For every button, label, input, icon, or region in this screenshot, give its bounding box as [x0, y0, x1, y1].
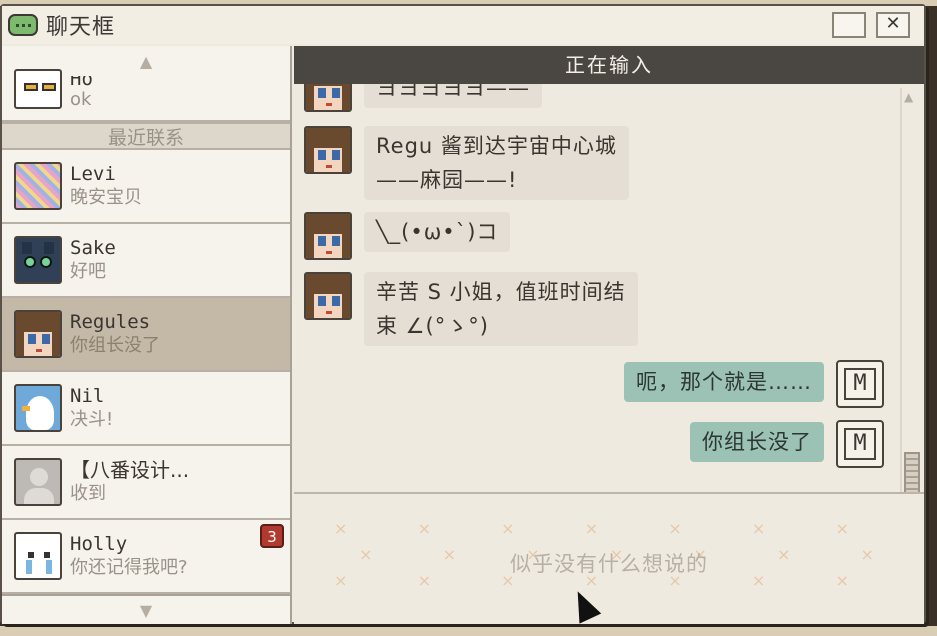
contact-last-message: 好吧 — [70, 261, 106, 282]
my-avatar-mail-icon: M — [836, 360, 884, 408]
message-incoming: Regu 酱到达宇宙中心城 ——麻园——! — [304, 126, 629, 200]
avatar — [14, 384, 62, 432]
sender-avatar — [304, 84, 352, 112]
message-incoming: ヨヨヨヨヨ—— — [304, 84, 542, 112]
window-title: 聊天框 — [46, 15, 116, 40]
contact-last-message: 收到 — [70, 483, 106, 504]
message-outgoing: 你组长没了 M — [690, 420, 884, 468]
input-placeholder: 似乎没有什么想说的 — [510, 552, 708, 576]
background-strip-bottom — [0, 626, 937, 636]
contact-last-message: ok — [70, 89, 92, 110]
avatar — [14, 69, 62, 109]
message-outgoing: 呃，那个就是…… M — [624, 360, 884, 408]
contact-name: Holly — [70, 533, 128, 555]
contact-item-regules[interactable]: Regules 你组长没了 — [2, 298, 290, 372]
message-list[interactable]: ヨヨヨヨヨ—— Regu 酱到达宇宙中心城 ——麻园——! ╲_(•ω•`)コ … — [294, 84, 898, 522]
avatar — [14, 236, 62, 284]
contact-item-partial[interactable]: Ho ok — [2, 46, 290, 122]
message-bubble: 你组长没了 — [690, 422, 824, 462]
close-button[interactable]: ✕ — [876, 12, 910, 38]
chat-window: 聊天框 ✕ ▲ Ho ok 最近联系 Levi 晚安宝贝 Sake 好吧 Reg… — [0, 4, 926, 624]
typing-status: 正在输入 — [294, 46, 924, 84]
maximize-button[interactable] — [832, 12, 866, 38]
message-bubble: 呃，那个就是…… — [624, 362, 824, 402]
contact-name: 【八番设计... — [70, 458, 190, 482]
contact-item-nil[interactable]: Nil 决斗! — [2, 372, 290, 446]
chat-panel: 正在输入 ヨヨヨヨヨ—— Regu 酱到达宇宙中心城 ——麻园——! ╲_(•ω… — [294, 46, 924, 624]
contact-last-message: 你还记得我吧? — [70, 557, 188, 578]
contact-name: Ho — [70, 76, 93, 88]
contact-item-holly[interactable]: Holly 你还记得我吧? 3 — [2, 520, 290, 594]
message-incoming: ╲_(•ω•`)コ — [304, 212, 511, 260]
my-avatar-mail-icon: M — [836, 420, 884, 468]
avatar — [14, 310, 62, 358]
contact-list[interactable]: ▲ Ho ok 最近联系 Levi 晚安宝贝 Sake 好吧 Regules 你… — [2, 46, 292, 624]
contact-name: Sake — [70, 237, 116, 259]
sender-avatar — [304, 126, 352, 174]
avatar — [14, 162, 62, 210]
title-bar[interactable]: 聊天框 ✕ — [2, 6, 924, 44]
section-recent-contacts: 最近联系 — [2, 122, 290, 150]
message-input-area[interactable]: × × × × × × × × × × × × × × × × × × × × … — [294, 492, 924, 624]
chat-app-icon — [8, 14, 38, 36]
contact-item-levi[interactable]: Levi 晚安宝贝 — [2, 150, 290, 224]
contact-last-message: 晚安宝贝 — [70, 187, 142, 208]
message-bubble: Regu 酱到达宇宙中心城 ——麻园——! — [364, 126, 629, 200]
unread-badge: 3 — [260, 524, 284, 548]
message-bubble: ヨヨヨヨヨ—— — [364, 84, 542, 108]
scrollbar-thumb[interactable] — [904, 452, 920, 496]
avatar — [14, 458, 62, 506]
message-incoming: 辛苦 S 小姐，值班时间结 束 ∠(°ゝ°) — [304, 272, 638, 346]
message-scrollbar[interactable]: ▲ ▼ — [900, 88, 920, 518]
contact-item-bafan[interactable]: 【八番设计... 收到 — [2, 446, 290, 520]
message-bubble: ╲_(•ω•`)コ — [364, 212, 511, 252]
scroll-up-arrow-icon[interactable]: ▲ — [904, 90, 913, 104]
sender-avatar — [304, 212, 352, 260]
scroll-down-arrow-icon[interactable]: ▼ — [2, 594, 290, 624]
contact-name: Levi — [70, 163, 116, 185]
contact-name: Regules — [70, 311, 151, 333]
contact-name: Nil — [70, 385, 105, 407]
contact-last-message: 决斗! — [70, 409, 114, 430]
avatar — [14, 532, 62, 580]
sender-avatar — [304, 272, 352, 320]
message-bubble: 辛苦 S 小姐，值班时间结 束 ∠(°ゝ°) — [364, 272, 638, 346]
contact-last-message: 你组长没了 — [70, 335, 160, 356]
contact-item-sake[interactable]: Sake 好吧 — [2, 224, 290, 298]
